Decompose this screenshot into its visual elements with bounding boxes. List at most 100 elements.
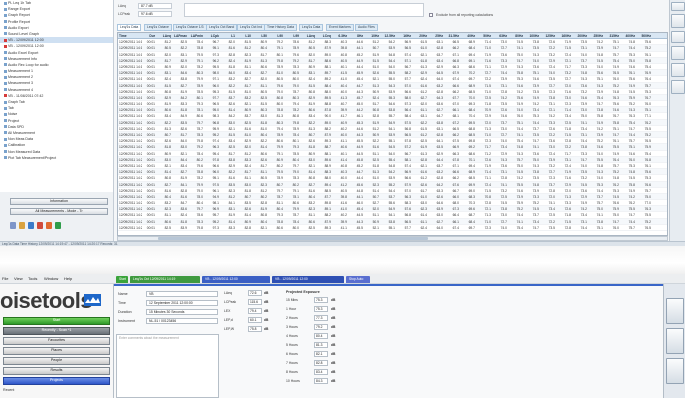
- column-header[interactable]: LAeq: [156, 33, 172, 38]
- tab-5[interactable]: Time History Data: [264, 24, 298, 31]
- column-header[interactable]: L99: [284, 33, 300, 38]
- column-header[interactable]: LAeq: [300, 33, 316, 38]
- column-header[interactable]: 50Hz: [476, 33, 492, 38]
- graph-tool-icon[interactable]: [671, 31, 685, 43]
- menu-file[interactable]: File: [2, 276, 8, 281]
- column-header[interactable]: 8Hz: [348, 33, 364, 38]
- instrument-field[interactable]: NL-51 / 00123456: [146, 318, 218, 324]
- chart-icon[interactable]: [666, 328, 684, 354]
- column-header[interactable]: 315Hz: [604, 33, 620, 38]
- column-header[interactable]: LAFmax: [172, 33, 188, 38]
- menu-view[interactable]: View: [14, 276, 23, 281]
- menu-help[interactable]: Help: [64, 276, 72, 281]
- table-cell: 56.3: [404, 194, 411, 199]
- column-header[interactable]: Time: [118, 33, 142, 38]
- tab-7[interactable]: Event Markers: [326, 24, 354, 31]
- table-cell: 74.7: [596, 102, 603, 107]
- scrollbar-thumb[interactable]: [158, 237, 428, 240]
- all-measurements-dropdown[interactable]: All Measurements - Mode - Tr: [10, 208, 108, 215]
- tab-2[interactable]: Leq/1s Octave 1/3: [173, 24, 207, 31]
- column-header[interactable]: 6.3Hz: [332, 33, 348, 38]
- column-header[interactable]: 25Hz: [428, 33, 444, 38]
- column-header[interactable]: 250Hz: [588, 33, 604, 38]
- tree-item[interactable]: Plot Tab Measurement/Project: [0, 155, 113, 161]
- name-field[interactable]: VB: [146, 291, 218, 297]
- document-tab[interactable]: VB - 12/09/2011 12:00: [272, 276, 344, 283]
- time-field[interactable]: 12 September 2011 12:00:00: [146, 300, 218, 306]
- exposure-duration-label: 3 Hours: [286, 325, 298, 329]
- column-header[interactable]: 100Hz: [524, 33, 540, 38]
- menu-window[interactable]: Window: [44, 276, 58, 281]
- tab-6[interactable]: Leq/1s Data: [299, 24, 324, 31]
- tab-8[interactable]: Audio Files: [355, 24, 378, 31]
- table-cell: 74.0: [596, 176, 603, 181]
- column-header[interactable]: 40Hz: [460, 33, 476, 38]
- nav-button-places[interactable]: Places: [3, 347, 110, 355]
- column-header[interactable]: 500Hz: [636, 33, 652, 38]
- column-header[interactable]: 20Hz: [412, 33, 428, 38]
- refresh-icon[interactable]: [55, 222, 61, 229]
- column-header[interactable]: 12.5Hz: [380, 33, 396, 38]
- column-header[interactable]: 125Hz: [540, 33, 556, 38]
- column-header[interactable]: Dur: [142, 33, 156, 38]
- tab-0[interactable]: Leq/1s Data: [117, 24, 142, 31]
- table-cell: 95.1: [212, 46, 219, 51]
- column-header[interactable]: 160Hz: [556, 33, 572, 38]
- settings-tool-icon[interactable]: [671, 80, 685, 94]
- nav-button-people[interactable]: People: [3, 357, 110, 365]
- column-header[interactable]: L1: [220, 33, 236, 38]
- tab-4[interactable]: Leq/1s Oct Ind: [237, 24, 266, 31]
- column-header[interactable]: 63Hz: [492, 33, 508, 38]
- column-header[interactable]: LCeq: [316, 33, 332, 38]
- table-cell: 80.4: [164, 194, 171, 199]
- column-header[interactable]: 400Hz: [620, 33, 636, 38]
- document-tab[interactable]: Leq/1s Oct 12/09/2011 14:19: [130, 276, 200, 283]
- save-icon[interactable]: [28, 222, 34, 229]
- column-header[interactable]: L90: [268, 33, 284, 38]
- document-tab[interactable]: VB - 12/09/2011 12:00: [202, 276, 270, 283]
- information-button[interactable]: Information: [10, 198, 108, 205]
- menu-tools[interactable]: Tools: [28, 276, 37, 281]
- column-header[interactable]: 80Hz: [508, 33, 524, 38]
- new-icon[interactable]: [10, 222, 16, 229]
- nav-button-favourites[interactable]: Favourites: [3, 337, 110, 345]
- duration-field[interactable]: 15 Minutes 30 Seconds: [146, 309, 218, 315]
- table-cell: 73.8: [532, 170, 539, 175]
- report-tool-icon[interactable]: [671, 14, 685, 28]
- export-icon[interactable]: [46, 222, 52, 229]
- table-cell: 82.0: [244, 145, 251, 150]
- exclude-checkbox[interactable]: [429, 13, 433, 17]
- export-icon[interactable]: [666, 358, 684, 384]
- notes-field[interactable]: [184, 3, 424, 17]
- nav-button-projects[interactable]: Projects: [3, 377, 110, 385]
- column-header[interactable]: L50: [252, 33, 268, 38]
- delete-icon[interactable]: [37, 222, 43, 229]
- column-header[interactable]: 31.5Hz: [444, 33, 460, 38]
- column-header[interactable]: L10: [236, 33, 252, 38]
- table-cell: 79.8: [292, 120, 299, 125]
- open-folder-icon[interactable]: [19, 222, 25, 229]
- table-cell: 54.0: [388, 151, 395, 156]
- column-header[interactable]: 16Hz: [396, 33, 412, 38]
- column-header[interactable]: LCpk: [204, 33, 220, 38]
- table-cell: 83.7: [244, 114, 251, 119]
- table-cell: 61.9: [420, 145, 427, 150]
- column-header[interactable]: LAFmin: [188, 33, 204, 38]
- tab-1[interactable]: Leq/1s Octave: [144, 24, 172, 31]
- measurement-tree[interactable]: PL Leq 1h Tab Range Export Graph Report Pro…: [0, 0, 114, 204]
- document-tab[interactable]: Stop Auto: [346, 276, 370, 283]
- document-tab[interactable]: Start: [116, 276, 128, 283]
- print-tool-icon[interactable]: [671, 63, 685, 77]
- export-tool-icon[interactable]: [671, 46, 685, 60]
- comments-textarea[interactable]: Enter comments about the measurement: [116, 334, 219, 398]
- tab-3[interactable]: Leq/1s Oct Band: [206, 24, 238, 31]
- nav-button-recently-scan-1[interactable]: Recently - Scan *1: [3, 327, 110, 335]
- column-header[interactable]: 10Hz: [364, 33, 380, 38]
- report-icon[interactable]: [666, 298, 684, 324]
- nav-button-results[interactable]: Results: [3, 367, 110, 375]
- time-history-table[interactable]: Time Dur LAeq LAFmax LAFmin LCpk L1 L10 L50 L90 L9…: [117, 32, 668, 236]
- chart-tool-icon[interactable]: [671, 2, 685, 11]
- table-row[interactable]: 12/09/2011 14:20:17 00:01 82.5 83.9 79.8 97.3…: [118, 225, 667, 231]
- column-header[interactable]: 200Hz: [572, 33, 588, 38]
- nav-button-start[interactable]: Start: [3, 317, 110, 325]
